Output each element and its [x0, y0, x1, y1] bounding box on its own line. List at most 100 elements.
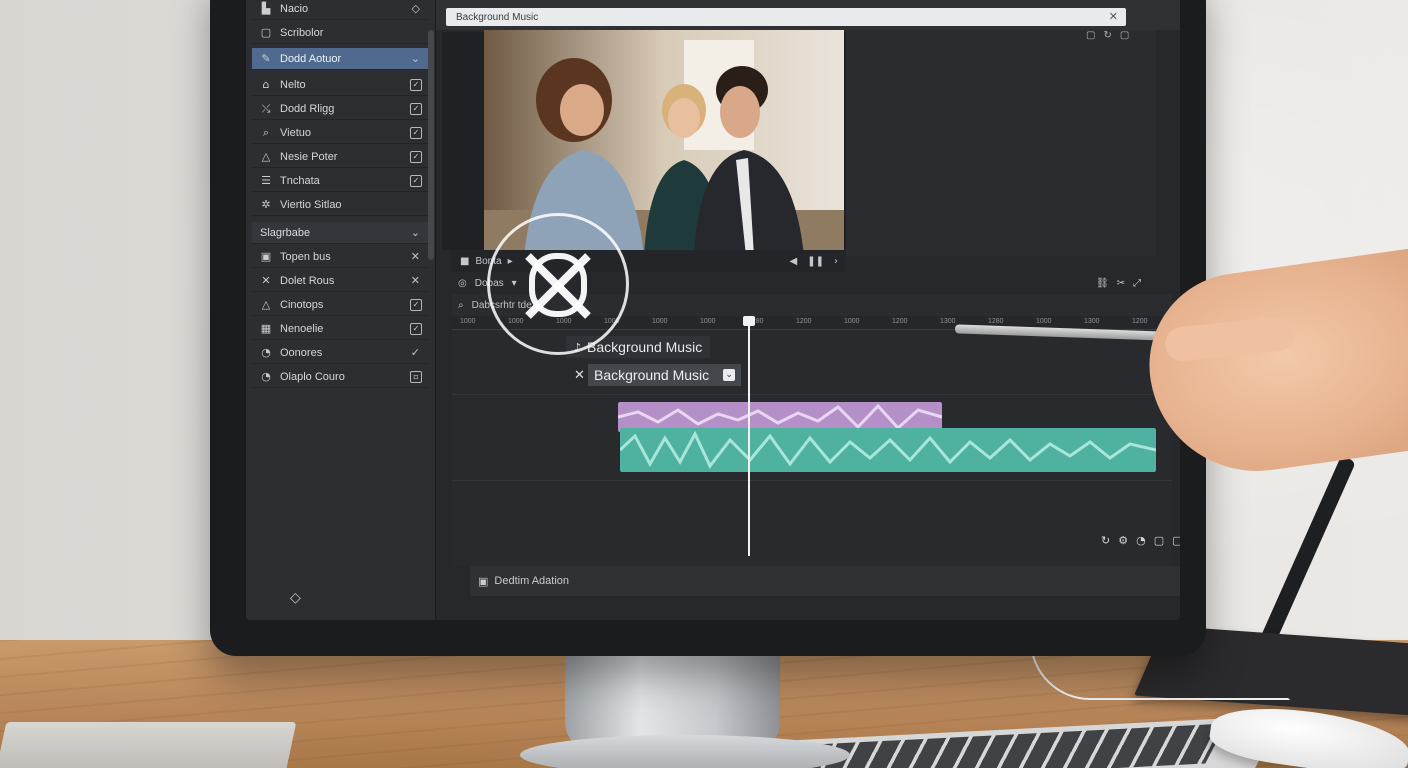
ruler-tick: 1300 [940, 318, 956, 325]
playhead-handle[interactable] [743, 316, 755, 326]
checkbox[interactable]: ✓ [410, 78, 422, 91]
clock-icon: ◔ [261, 346, 271, 359]
close-icon[interactable]: ✕ [1109, 10, 1118, 23]
grid-icon: ▦ [260, 322, 272, 335]
sync-icon[interactable]: ↻ [1101, 534, 1110, 547]
chevron-down-icon[interactable]: ⌄ [411, 52, 420, 65]
panel-title-row[interactable]: ▙ Nacio ◇ [252, 0, 428, 20]
section-item-4[interactable]: ▦ Nenoelie ✓ [252, 318, 428, 340]
ruler-tick: 1300 [1084, 318, 1100, 325]
list-icon: ☰ [261, 174, 271, 187]
ruler-tick: 1200 [796, 318, 812, 325]
copy-icon[interactable]: ▢ [1172, 534, 1180, 547]
panel-item-label: Dodd Rligg [280, 102, 335, 115]
section-item-5[interactable]: ◔ Oonores ✓ [252, 342, 428, 364]
checkbox[interactable]: ✓ [410, 322, 422, 335]
ruler-tick: 1000 [1036, 318, 1052, 325]
section-item-2[interactable]: ✕ Dolet Rous ✕ [252, 270, 428, 292]
checkbox[interactable]: ✓ [410, 298, 422, 311]
triangle-icon: △ [261, 298, 271, 311]
section-item-label: Olaplo Couro [280, 370, 345, 383]
chevron-down-icon[interactable]: ⌄ [723, 369, 736, 381]
viewer-controls: ▢ ↻ ▢ [1086, 30, 1129, 41]
panel-item-3[interactable]: ⌕ Vietuo ✓ [252, 122, 428, 144]
ruler-tick: 1000 [460, 318, 476, 325]
section-item-label: Nenoelie [280, 322, 324, 335]
panel-item-2[interactable]: ⤯ Dodd Rligg ✓ [252, 98, 428, 120]
panel-item-5[interactable]: ☰ Tnchata ✓ [252, 170, 428, 192]
footer-label: Dedtim Adation [494, 575, 570, 587]
waveform-green [620, 430, 1156, 469]
link-icon[interactable]: ⛓ [1096, 278, 1109, 289]
stop-icon[interactable]: ■ [460, 256, 469, 267]
checkbox[interactable]: ✓ [410, 174, 422, 187]
sparkle-icon: ✲ [261, 198, 271, 211]
desk-tray [0, 722, 297, 768]
panel-item-label: Tnchata [280, 174, 320, 187]
left-panel: ▙ Nacio ◇ ▢ Scribolor ✎ Dodd Aotuor ⌄ ⌂ … [246, 0, 436, 620]
clip-dropdown[interactable]: Background Music ⌄ [588, 364, 742, 386]
next-icon[interactable]: › [834, 256, 838, 267]
panel-item-label: Vietuo [280, 126, 311, 139]
panel-title: Nacio [280, 2, 309, 15]
window-titlebar: Background Music ✕ [446, 8, 1126, 26]
checkbox[interactable]: ✓ [410, 102, 422, 115]
home-icon: ▙ [261, 2, 271, 15]
chevron-icon[interactable]: ◇ [412, 2, 420, 15]
section-item-1[interactable]: ▣ Topen bus ✕ [252, 246, 428, 268]
section-header[interactable]: Slagrbabe ⌄ [252, 222, 428, 244]
muted-icon [525, 253, 591, 319]
refresh-icon[interactable]: ↻ [1103, 30, 1111, 41]
panel-header-row[interactable]: ▢ Scribolor [252, 22, 428, 44]
checkbox[interactable]: ✓ [410, 126, 422, 139]
clock-icon: ◔ [261, 370, 271, 383]
section-item-label: Topen bus [280, 250, 331, 263]
track-separator [452, 394, 1172, 395]
pause-icon[interactable]: ❚❚ [807, 256, 824, 267]
settings-icon[interactable]: ⚙ [1118, 534, 1128, 547]
ruler-tick: 1280 [988, 318, 1004, 325]
footer-bar: ▣ Dedtim Adation [470, 566, 1180, 596]
panel-item-1[interactable]: ⌂ Nelto ✓ [252, 74, 428, 96]
scissors-icon[interactable]: ✂ [1117, 278, 1125, 289]
panel-item-6[interactable]: ✲ Viertio Sitlao [252, 194, 428, 216]
timeline-tools: ⛓ ✂ ⤢ [1096, 278, 1141, 289]
track-separator [452, 480, 1172, 481]
editor-screen: ▙ Nacio ◇ ▢ Scribolor ✎ Dodd Aotuor ⌄ ⌂ … [246, 0, 1180, 620]
footer-icon[interactable]: ▣ [478, 575, 488, 588]
close-icon[interactable]: ✕ [574, 368, 585, 383]
person-icon: ⌂ [262, 78, 270, 91]
expand-icon[interactable]: ▢ [1120, 30, 1129, 41]
ruler-tick: 1000 [652, 318, 668, 325]
monitor-base [520, 735, 850, 768]
section-item-3[interactable]: △ Cinotops ✓ [252, 294, 428, 316]
playhead[interactable] [748, 316, 750, 556]
chevron-down-icon[interactable]: ⌄ [411, 226, 420, 239]
target-icon[interactable]: ◎ [458, 278, 467, 289]
copy-icon[interactable]: ▢ [1086, 30, 1095, 41]
lock-icon[interactable]: ▢ [1154, 534, 1164, 547]
timer-icon[interactable]: ◔ [1136, 534, 1146, 547]
settings-icon[interactable]: ◇ [290, 590, 301, 606]
panel-header: Scribolor [280, 26, 324, 39]
section-item-6[interactable]: ◔ Olaplo Couro ▫ [252, 366, 428, 388]
panel-scrollbar[interactable] [428, 30, 434, 260]
active-item-label: Dodd Aotuor [280, 52, 342, 65]
rewind-icon[interactable]: ◀ [790, 256, 798, 267]
edit-icon: ✎ [261, 52, 271, 65]
panel-active-item[interactable]: ✎ Dodd Aotuor ⌄ [252, 48, 428, 70]
checkbox[interactable]: ✓ [410, 150, 422, 163]
status-icons: ↻ ⚙ ◔ ▢ ▢ [1101, 534, 1180, 547]
search-icon[interactable]: ⌕ [458, 300, 464, 311]
close-icon[interactable]: ✕ [411, 274, 420, 287]
panel-item-4[interactable]: △ Nesie Poter ✓ [252, 146, 428, 168]
check-icon[interactable]: ✓ [411, 346, 420, 359]
audio-clip-green[interactable] [620, 428, 1156, 472]
close-icon[interactable]: ✕ [411, 250, 420, 263]
arrows-icon[interactable]: ⤢ [1133, 278, 1141, 289]
ruler-tick: 1200 [1132, 318, 1148, 325]
cross-icon: ✕ [261, 274, 271, 287]
checkbox[interactable]: ▫ [410, 370, 422, 383]
ruler-tick: 1000 [844, 318, 860, 325]
secondary-viewer [846, 30, 1156, 256]
